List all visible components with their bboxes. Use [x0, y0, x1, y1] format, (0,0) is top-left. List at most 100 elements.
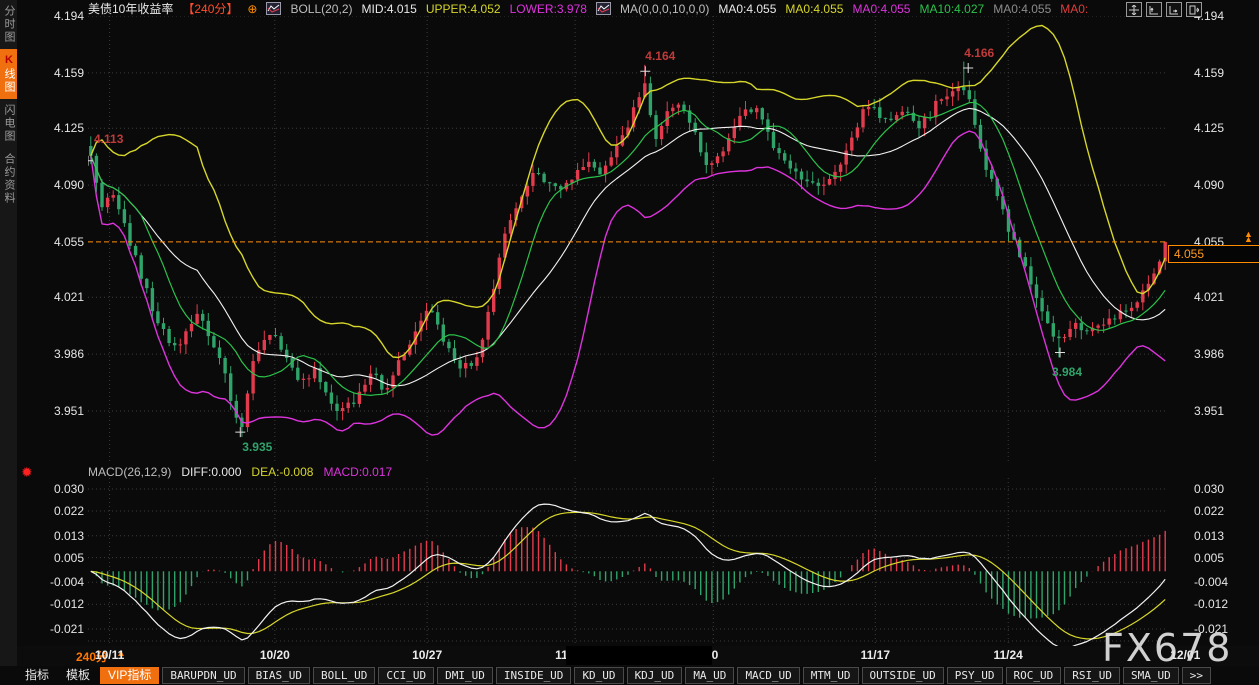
macd-diff-value: DIFF:0.000	[181, 465, 241, 479]
date-label: 10/11	[95, 648, 124, 662]
macd-axis-label: 0.013	[1194, 528, 1256, 544]
toolbar-item[interactable]: BOLL_UD	[313, 667, 375, 684]
macd-indicator-chart[interactable]	[88, 478, 1168, 648]
instrument-title: 美债10年收益率	[88, 0, 173, 17]
ma-params-label: MA(0,0,0,10,0,0)	[620, 2, 709, 16]
macd-axis-label: 0.022	[1194, 503, 1256, 519]
toolbar-item[interactable]: 模板	[59, 668, 97, 683]
crosshair-move-icon[interactable]	[1126, 2, 1142, 17]
macd-axis-label: -0.021	[38, 621, 84, 637]
price-axis-label: 3.951	[1194, 403, 1256, 419]
macd-axis-label: -0.012	[38, 596, 84, 612]
fx678-watermark: FX678	[1102, 626, 1232, 670]
date-overlay-box	[566, 646, 712, 665]
price-axis-label: 4.125	[1194, 120, 1256, 136]
toolbar-item[interactable]: >>	[1182, 667, 1211, 684]
date-label: 11/24	[993, 648, 1022, 662]
chart-tools	[1126, 2, 1202, 17]
date-label: 11/17	[861, 648, 890, 662]
toolbar-item[interactable]: KDJ_UD	[627, 667, 683, 684]
boll-upper-value: UPPER:4.052	[426, 2, 501, 16]
ma-values: MA0:4.055 MA0:4.055 MA0:4.055 MA10:4.027 MA0…	[718, 2, 1097, 16]
left-sidebar: 分时图 K线图 闪电图 合约资料	[0, 0, 17, 685]
price-axis-label: 4.090	[38, 177, 84, 193]
date-label: 10/20	[260, 648, 290, 662]
sidebar-tab-time-chart[interactable]: 分时图	[0, 0, 17, 49]
toolbar-item[interactable]: ROC_UD	[1006, 667, 1062, 684]
add-indicator-icon[interactable]: ⊕	[247, 2, 257, 16]
price-tag-marker-icon: ▲▲	[1244, 232, 1256, 242]
macd-axis-label: -0.004	[1194, 574, 1256, 590]
price-axis-label: 3.951	[38, 403, 84, 419]
price-axis-label: 4.021	[38, 289, 84, 305]
price-axis-label: 4.125	[38, 120, 84, 136]
toolbar-item[interactable]: KD_UD	[574, 667, 623, 684]
period-label[interactable]: 【240分】	[182, 0, 238, 17]
current-price-tag: 4.055	[1168, 245, 1259, 263]
y-axis-scale-icon[interactable]	[1146, 2, 1162, 17]
boll-label: BOLL(20,2)	[290, 2, 352, 16]
price-axis-label: 4.194	[38, 8, 84, 24]
price-axis-left: 4.194 4.159 4.125 4.090 4.055 4.021 3.986 3.951…	[38, 0, 84, 685]
macd-header: MACD(26,12,9) DIFF:0.000 DEA:-0.008 MACD…	[88, 465, 392, 479]
live-indicator-icon: ✹	[21, 464, 33, 481]
kline-tab-accent: K	[3, 54, 15, 68]
price-axis-label: 3.986	[38, 346, 84, 362]
macd-axis-label: 0.030	[1194, 481, 1256, 497]
macd-axis-label: 0.022	[38, 503, 84, 519]
macd-axis-label: -0.004	[38, 574, 84, 590]
price-axis-label: 4.055	[38, 234, 84, 250]
kline-tab-rest: 线图	[3, 68, 15, 94]
toolbar-item[interactable]: MTM_UD	[803, 667, 859, 684]
price-axis-label: 4.159	[38, 65, 84, 81]
main-candlestick-chart[interactable]: 4.1134.1644.1663.9353.984	[88, 16, 1168, 462]
toolbar-item[interactable]: OUTSIDE_UD	[862, 667, 944, 684]
toolbar-item[interactable]: INSIDE_UD	[496, 667, 572, 684]
macd-axis-label: 0.030	[38, 481, 84, 497]
chart-header: 美债10年收益率 【240分】 ⊕ BOLL(20,2) MID:4.015 U…	[88, 1, 1097, 16]
ma-value: MA0:	[1060, 2, 1088, 16]
ma-value: MA0:4.055	[718, 2, 776, 16]
toolbar-item[interactable]: CCI_UD	[378, 667, 434, 684]
trading-app-window: 分时图 K线图 闪电图 合约资料 美债10年收益率 【240分】 ⊕ BOLL(…	[0, 0, 1259, 685]
toolbar-item[interactable]: BIAS_UD	[248, 667, 310, 684]
toolbar-item[interactable]: RSI_UD	[1064, 667, 1120, 684]
sidebar-tab-flash-chart[interactable]: 闪电图	[0, 99, 17, 148]
toolbar-item[interactable]: DMI_UD	[437, 667, 493, 684]
boll-lower-value: LOWER:3.978	[510, 2, 587, 16]
macd-params-label: MACD(26,12,9)	[88, 465, 171, 479]
toolbar-item[interactable]: VIP指标	[100, 667, 159, 684]
ma-value: MA0:4.055	[785, 2, 843, 16]
price-axis-right: 4.1944.1594.1254.0904.0554.0213.9863.951…	[1194, 0, 1256, 685]
macd-axis-label: 0.005	[38, 550, 84, 566]
pane-detach-icon[interactable]	[1186, 2, 1202, 17]
sidebar-tab-kline-chart[interactable]: K线图	[0, 49, 17, 99]
ma-value: MA10:4.027	[919, 2, 984, 16]
x-axis-scale-icon[interactable]	[1166, 2, 1182, 17]
price-axis-label: 4.090	[1194, 177, 1256, 193]
toolbar-item[interactable]: MACD_UD	[737, 667, 799, 684]
boll-mid-value: MID:4.015	[362, 2, 417, 16]
macd-axis-label: -0.012	[1194, 596, 1256, 612]
macd-chart-canvas[interactable]	[88, 478, 1168, 648]
macd-axis-label: 0.005	[1194, 550, 1256, 566]
ma-indicator-icon[interactable]	[596, 2, 611, 15]
price-axis-label: 4.021	[1194, 289, 1256, 305]
toolbar-item[interactable]: MA_UD	[685, 667, 734, 684]
price-axis-label: 4.159	[1194, 65, 1256, 81]
toolbar-item[interactable]: SMA_UD	[1123, 667, 1179, 684]
macd-axis-label: 0.013	[38, 528, 84, 544]
x-axis-row: 240分 ▲ 10/1110/2010/2711/311/1011/1711/2…	[0, 646, 1259, 666]
price-axis-label: 3.986	[1194, 346, 1256, 362]
macd-macd-value: MACD:0.017	[323, 465, 392, 479]
macd-dea-value: DEA:-0.008	[251, 465, 313, 479]
boll-indicator-icon[interactable]	[266, 2, 281, 15]
ma-value: MA0:4.055	[993, 2, 1051, 16]
bottom-toolbar: 指标模板VIP指标BARUPDN_UDBIAS_UDBOLL_UDCCI_UDD…	[0, 666, 1259, 685]
date-label: 10/27	[412, 648, 442, 662]
toolbar-item[interactable]: PSY_UD	[947, 667, 1003, 684]
toolbar-item[interactable]: 指标	[18, 668, 56, 683]
toolbar-item[interactable]: BARUPDN_UD	[162, 667, 244, 684]
sidebar-tab-contract-info[interactable]: 合约资料	[0, 148, 17, 210]
main-chart-canvas[interactable]	[88, 16, 1168, 462]
